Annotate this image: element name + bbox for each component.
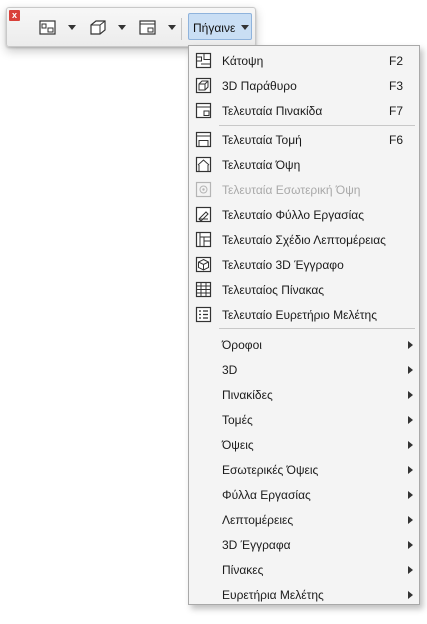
submenu-arrow-icon	[408, 416, 413, 424]
menu-item-label: Τελευταίο Ευρετήριο Μελέτης	[222, 308, 378, 322]
menu-item-last-detail[interactable]: Τελευταίο Σχέδιο Λεπτομέρειας	[189, 227, 419, 252]
submenu-label: Πινακίδες	[222, 388, 273, 402]
menu-item-label: Τελευταία Εσωτερική Όψη	[222, 183, 361, 197]
goto-menu-button[interactable]: Πήγαινε	[188, 13, 252, 40]
submenu-sections[interactable]: Τομές	[189, 407, 419, 432]
menu-item-last-interior-elevation: Τελευταία Εσωτερική Όψη	[189, 177, 419, 202]
floor-plan-view-icon	[39, 20, 56, 35]
goto-button-label: Πήγαινε	[193, 21, 236, 35]
menu-item-last-3d-document[interactable]: Τελευταίο 3D Έγγραφο	[189, 252, 419, 277]
elevation-icon	[195, 156, 212, 173]
schedule-icon	[195, 281, 212, 298]
submenu-arrow-icon	[408, 391, 413, 399]
submenu-label: 3D Έγγραφα	[222, 538, 291, 552]
menu-item-label: Κάτοψη	[222, 54, 264, 68]
submenu-3d[interactable]: 3D	[189, 357, 419, 382]
goto-dropdown-menu: Κάτοψη F2 3D Παράθυρο F3 Τελευταία Πινακ…	[188, 45, 420, 605]
toolbar-divider	[181, 18, 182, 40]
menu-item-last-schedule[interactable]: Τελευταίος Πίνακας	[189, 277, 419, 302]
submenu-project-indexes[interactable]: Ευρετήρια Μελέτης	[189, 582, 419, 607]
submenu-arrow-icon	[408, 341, 413, 349]
submenu-arrow-icon	[408, 366, 413, 374]
submenu-label: Πίνακες	[222, 563, 264, 577]
submenu-elevations[interactable]: Όψεις	[189, 432, 419, 457]
menu-item-last-elevation[interactable]: Τελευταία Όψη	[189, 152, 419, 177]
layout-icon	[195, 102, 212, 119]
submenu-arrow-icon	[408, 491, 413, 499]
menu-item-shortcut: F3	[389, 79, 404, 93]
submenu-arrow-icon	[408, 541, 413, 549]
menu-item-label: Τελευταία Όψη	[222, 158, 301, 172]
submenu-schedules[interactable]: Πίνακες	[189, 557, 419, 582]
menu-item-last-layout[interactable]: Τελευταία Πινακίδα F7	[189, 98, 419, 123]
floor-plan-view-button[interactable]	[38, 19, 58, 37]
submenu-arrow-icon	[408, 566, 413, 574]
submenu-arrow-icon	[408, 441, 413, 449]
menu-item-label: Τελευταίο 3D Έγγραφο	[222, 258, 344, 272]
submenu-layouts[interactable]: Πινακίδες	[189, 382, 419, 407]
menu-separator	[219, 328, 415, 329]
submenu-label: 3D	[222, 363, 238, 377]
floor-plan-dropdown-arrow[interactable]	[68, 25, 76, 30]
project-index-icon	[195, 306, 212, 323]
menu-item-shortcut: F2	[389, 54, 404, 68]
menu-separator	[219, 125, 415, 126]
submenu-label: Όροφοι	[222, 338, 262, 352]
layout-view-button[interactable]	[138, 19, 158, 37]
section-icon	[195, 131, 212, 148]
menu-item-label: Τελευταίο Σχέδιο Λεπτομέρειας	[222, 233, 386, 247]
menu-item-last-worksheet[interactable]: Τελευταίο Φύλλο Εργασίας	[189, 202, 419, 227]
menu-item-label: Τελευταίο Φύλλο Εργασίας	[222, 208, 364, 222]
submenu-label: Λεπτομέρειες	[222, 513, 294, 527]
close-palette-button[interactable]: x	[9, 10, 20, 21]
layout-icon	[139, 20, 156, 35]
submenu-arrow-icon	[408, 516, 413, 524]
submenu-interior-elevations[interactable]: Εσωτερικές Όψεις	[189, 457, 419, 482]
interior-elevation-icon	[195, 181, 212, 198]
menu-item-label: Τελευταίος Πίνακας	[222, 283, 325, 297]
3d-window-view-button[interactable]	[88, 19, 108, 37]
3d-window-dropdown-arrow[interactable]	[118, 25, 126, 30]
menu-item-label: Τελευταία Πινακίδα	[222, 104, 323, 118]
navigator-toolbar: x Πήγαινε	[6, 7, 256, 47]
menu-item-3d-window[interactable]: 3D Παράθυρο F3	[189, 73, 419, 98]
menu-item-floor-plan[interactable]: Κάτοψη F2	[189, 48, 419, 73]
goto-dropdown-arrow	[241, 25, 249, 30]
menu-item-last-project-index[interactable]: Τελευταίο Ευρετήριο Μελέτης	[189, 302, 419, 327]
submenu-label: Τομές	[222, 413, 253, 427]
submenu-label: Ευρετήρια Μελέτης	[222, 588, 324, 602]
menu-item-label: Τελευταία Τομή	[222, 133, 302, 147]
submenu-details[interactable]: Λεπτομέρειες	[189, 507, 419, 532]
menu-item-last-section[interactable]: Τελευταία Τομή F6	[189, 127, 419, 152]
3d-window-icon	[195, 77, 212, 94]
menu-item-shortcut: F7	[389, 104, 404, 118]
layout-dropdown-arrow[interactable]	[168, 25, 176, 30]
worksheet-icon	[195, 206, 212, 223]
submenu-worksheets[interactable]: Φύλλα Εργασίας	[189, 482, 419, 507]
3d-window-icon	[90, 20, 106, 35]
submenu-label: Όψεις	[222, 438, 254, 452]
submenu-label: Εσωτερικές Όψεις	[222, 463, 319, 477]
menu-item-label: 3D Παράθυρο	[222, 79, 297, 93]
submenu-label: Φύλλα Εργασίας	[222, 488, 311, 502]
submenu-stories[interactable]: Όροφοι	[189, 332, 419, 357]
submenu-arrow-icon	[408, 591, 413, 599]
detail-icon	[195, 231, 212, 248]
floor-plan-icon	[195, 52, 212, 69]
submenu-arrow-icon	[408, 466, 413, 474]
3d-document-icon	[195, 256, 212, 273]
submenu-3d-documents[interactable]: 3D Έγγραφα	[189, 532, 419, 557]
menu-item-shortcut: F6	[389, 133, 404, 147]
